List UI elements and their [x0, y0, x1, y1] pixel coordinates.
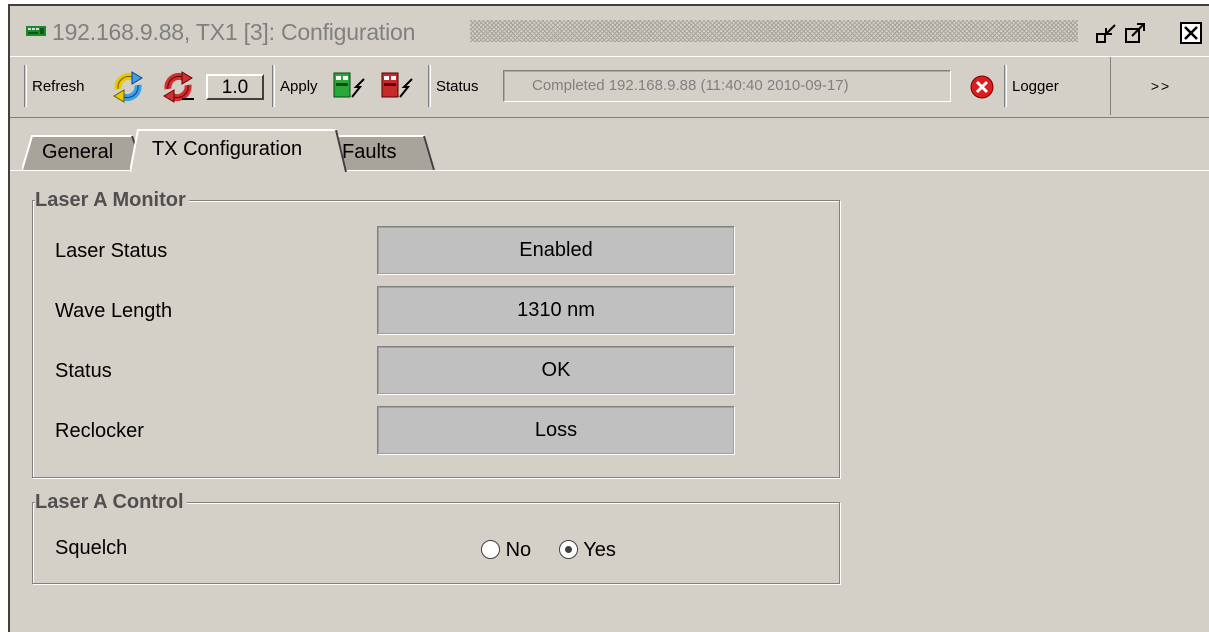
- more-button[interactable]: >>: [1110, 57, 1209, 115]
- error-icon[interactable]: [970, 75, 994, 99]
- toolbar-separator: [272, 65, 275, 107]
- title-grip[interactable]: [470, 20, 1078, 42]
- auto-refresh-icon[interactable]: [160, 69, 196, 105]
- squelch-label: Squelch: [55, 537, 128, 559]
- logger-button[interactable]: Logger: [1012, 78, 1059, 95]
- laser-monitor-group: Laser A Monitor Laser Status Enabled Wav…: [32, 189, 840, 478]
- squelch-no-radio[interactable]: [481, 540, 500, 559]
- squelch-yes-radio[interactable]: [559, 540, 578, 559]
- laser-monitor-title: Laser A Monitor: [35, 189, 189, 212]
- refresh-icon[interactable]: [110, 69, 146, 105]
- reclocker-value: Loss: [377, 406, 735, 455]
- status-field: Completed 192.168.9.88 (11:40:40 2010-09…: [503, 70, 951, 102]
- toolbar-separator: [24, 65, 27, 107]
- undock-icon[interactable]: [1096, 22, 1118, 44]
- wave-length-label: Wave Length: [55, 300, 173, 322]
- tab-strip: General Faults TX Configuration: [10, 118, 1209, 172]
- maximize-icon[interactable]: [1124, 22, 1146, 44]
- tab-tx-configuration[interactable]: TX Configuration: [130, 128, 360, 172]
- reclocker-label: Reclocker: [55, 420, 144, 442]
- apply-all-icon[interactable]: [378, 69, 414, 105]
- device-card-icon: [26, 26, 46, 36]
- title-bar[interactable]: 192.168.9.88, TX1 [3]: Configuration: [10, 6, 1209, 56]
- laser-control-title: Laser A Control: [35, 491, 187, 514]
- status-value: OK: [377, 346, 735, 395]
- window-title: 192.168.9.88, TX1 [3]: Configuration: [52, 19, 416, 45]
- toolbar: Refresh 1.0 Apply Status Completed 192.1…: [10, 56, 1209, 118]
- laser-status-label: Laser Status: [55, 240, 168, 262]
- squelch-yes-label: Yes: [583, 539, 616, 561]
- status-label: Status: [436, 78, 479, 95]
- apply-card-icon[interactable]: [330, 69, 366, 105]
- squelch-yes-option[interactable]: Yes: [559, 539, 616, 562]
- tab-label: TX Configuration: [152, 138, 303, 160]
- laser-status-value: Enabled: [377, 226, 735, 275]
- wave-length-value: 1310 nm: [377, 286, 735, 335]
- squelch-no-label: No: [505, 539, 532, 561]
- configuration-window: 192.168.9.88, TX1 [3]: Configuration Ref…: [8, 4, 1209, 632]
- refresh-interval-field[interactable]: 1.0: [206, 74, 264, 100]
- squelch-no-option[interactable]: No: [481, 539, 531, 562]
- refresh-label[interactable]: Refresh: [32, 78, 85, 95]
- toolbar-separator: [428, 65, 431, 107]
- apply-label[interactable]: Apply: [280, 78, 318, 95]
- toolbar-separator: [1004, 65, 1007, 107]
- tab-label: General: [42, 141, 114, 163]
- laser-control-group: Laser A Control Squelch No Yes: [32, 491, 840, 584]
- close-icon[interactable]: [1180, 22, 1202, 44]
- status-row-label: Status: [55, 360, 112, 382]
